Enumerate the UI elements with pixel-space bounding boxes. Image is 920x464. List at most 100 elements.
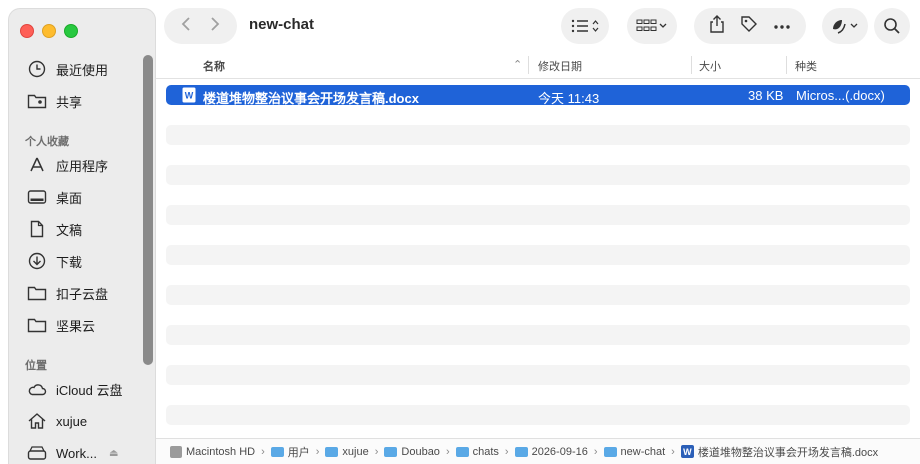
chevron-right-icon: › — [374, 445, 379, 458]
cloud-icon — [27, 379, 47, 399]
desktop-icon — [27, 187, 47, 207]
folder-icon — [603, 446, 617, 457]
empty-row — [166, 365, 910, 385]
empty-row — [166, 225, 910, 245]
chevron-right-icon: › — [261, 445, 265, 458]
extension-button[interactable] — [822, 8, 868, 44]
zoom-button[interactable] — [64, 24, 78, 38]
search-icon — [884, 18, 900, 34]
list-view-icon — [571, 19, 599, 33]
more-button[interactable] — [773, 17, 791, 35]
sidebar-item-label: Work... — [56, 445, 97, 461]
window-title: new-chat — [249, 16, 315, 33]
word-document-icon: W — [182, 87, 196, 106]
ellipsis-icon — [773, 25, 790, 29]
minimize-button[interactable] — [42, 24, 56, 38]
empty-row — [166, 405, 910, 425]
applications-icon — [27, 155, 47, 175]
path-crumb-chats[interactable]: chats › — [455, 446, 515, 458]
file-name: 楼道堆物整治议事会开场发言稿.docx — [203, 91, 419, 106]
sidebar-item-home[interactable]: xujue — [27, 409, 87, 433]
sidebar-item-icloud[interactable]: iCloud 云盘 — [27, 377, 122, 401]
sidebar-item-label: 桌面 — [56, 190, 83, 206]
word-document-icon: W — [680, 445, 694, 458]
path-crumb-doubao[interactable]: Doubao › — [384, 446, 455, 458]
empty-row — [166, 245, 910, 265]
chevron-right-icon: › — [445, 445, 450, 458]
file-kind: Micros...(.docx) — [796, 88, 885, 103]
sidebar-item-downloads[interactable]: 下载 — [27, 249, 82, 273]
chevron-right-icon — [211, 16, 220, 31]
sidebar-item-recents[interactable]: 最近使用 — [27, 57, 108, 81]
file-icon-letter: W — [185, 91, 194, 101]
sidebar-item-kouzi[interactable]: 扣子云盘 — [27, 281, 108, 305]
chevron-right-icon: › — [315, 445, 320, 458]
chevron-right-icon: › — [671, 445, 675, 458]
search-button[interactable] — [874, 8, 910, 44]
sidebar-scrollbar[interactable] — [143, 55, 153, 365]
column-size[interactable]: 大小 — [699, 58, 721, 74]
column-modified[interactable]: 修改日期 — [538, 58, 582, 74]
drive-icon — [27, 443, 47, 463]
chevron-left-icon — [181, 16, 190, 31]
grid-group-icon — [636, 19, 667, 31]
sidebar-item-label: xujue — [56, 413, 88, 429]
nav-buttons — [164, 8, 237, 44]
empty-row — [166, 265, 910, 285]
sidebar: 最近使用 共享 个人收藏 应用程序 桌面 文稿 下载 扣子云盘 坚果云 位置 i… — [8, 8, 156, 464]
eject-icon[interactable]: ⏏ — [109, 448, 118, 459]
empty-row — [166, 105, 910, 125]
empty-row — [166, 345, 910, 365]
toolbar: new-chat — [156, 0, 920, 52]
folder-icon — [27, 283, 47, 303]
sidebar-item-work[interactable]: Work... ⏏ — [27, 441, 118, 464]
sort-ascending-icon[interactable]: ⌃ — [513, 58, 522, 71]
sidebar-item-applications[interactable]: 应用程序 — [27, 153, 108, 177]
action-group — [694, 8, 806, 44]
hard-drive-icon — [170, 445, 182, 458]
column-divider[interactable] — [786, 56, 787, 74]
close-button[interactable] — [20, 24, 34, 38]
folder-icon — [455, 446, 469, 457]
home-icon — [27, 411, 47, 431]
empty-row — [166, 165, 910, 185]
share-button[interactable] — [709, 14, 725, 38]
sidebar-item-jianguoyun[interactable]: 坚果云 — [27, 313, 95, 337]
empty-row — [166, 205, 910, 225]
back-button[interactable] — [181, 16, 191, 37]
sidebar-item-label: 下载 — [56, 254, 83, 270]
sidebar-item-label: 坚果云 — [56, 318, 96, 334]
folder-icon — [384, 446, 398, 457]
sidebar-item-label: iCloud 云盘 — [56, 382, 123, 398]
table-row[interactable]: W 楼道堆物整治议事会开场发言稿.docx 今天 11:43 38 KB Mic… — [166, 85, 910, 106]
path-crumb-home[interactable]: xujue › — [325, 446, 384, 458]
column-divider[interactable] — [691, 56, 692, 74]
view-options-button[interactable] — [561, 8, 609, 44]
path-crumb-disk[interactable]: Macintosh HD › — [170, 445, 271, 458]
sidebar-item-desktop[interactable]: 桌面 — [27, 185, 82, 209]
column-divider[interactable] — [528, 56, 529, 74]
tag-button[interactable] — [740, 15, 758, 38]
path-crumb-date[interactable]: 2026-09-16 › — [514, 445, 604, 458]
sidebar-item-label: 最近使用 — [56, 62, 109, 78]
column-kind[interactable]: 种类 — [795, 58, 817, 74]
path-bar: Macintosh HD › 用户 › xujue › Doubao › chats › … — [156, 438, 920, 464]
path-crumb-users[interactable]: 用户 › — [270, 444, 326, 460]
folder-icon — [27, 315, 47, 335]
file-list: W 楼道堆物整治议事会开场发言稿.docx 今天 11:43 38 KB Mic… — [166, 85, 910, 425]
document-icon — [27, 219, 47, 239]
shared-folder-icon — [27, 91, 47, 111]
path-crumb-newchat[interactable]: new-chat › — [603, 445, 681, 458]
sidebar-item-label: 扣子云盘 — [56, 286, 109, 302]
group-button[interactable] — [627, 8, 677, 44]
path-crumb-file[interactable]: W 楼道堆物整治议事会开场发言稿.docx — [680, 444, 878, 460]
forward-button[interactable] — [210, 16, 220, 37]
column-name[interactable]: 名称 — [203, 58, 225, 74]
sidebar-item-shared[interactable]: 共享 — [27, 89, 82, 113]
sidebar-item-documents[interactable]: 文稿 — [27, 217, 82, 241]
clock-icon — [27, 59, 47, 79]
empty-row — [166, 285, 910, 305]
chevron-right-icon: › — [593, 445, 598, 458]
download-icon — [27, 251, 47, 271]
tag-icon — [741, 15, 757, 32]
